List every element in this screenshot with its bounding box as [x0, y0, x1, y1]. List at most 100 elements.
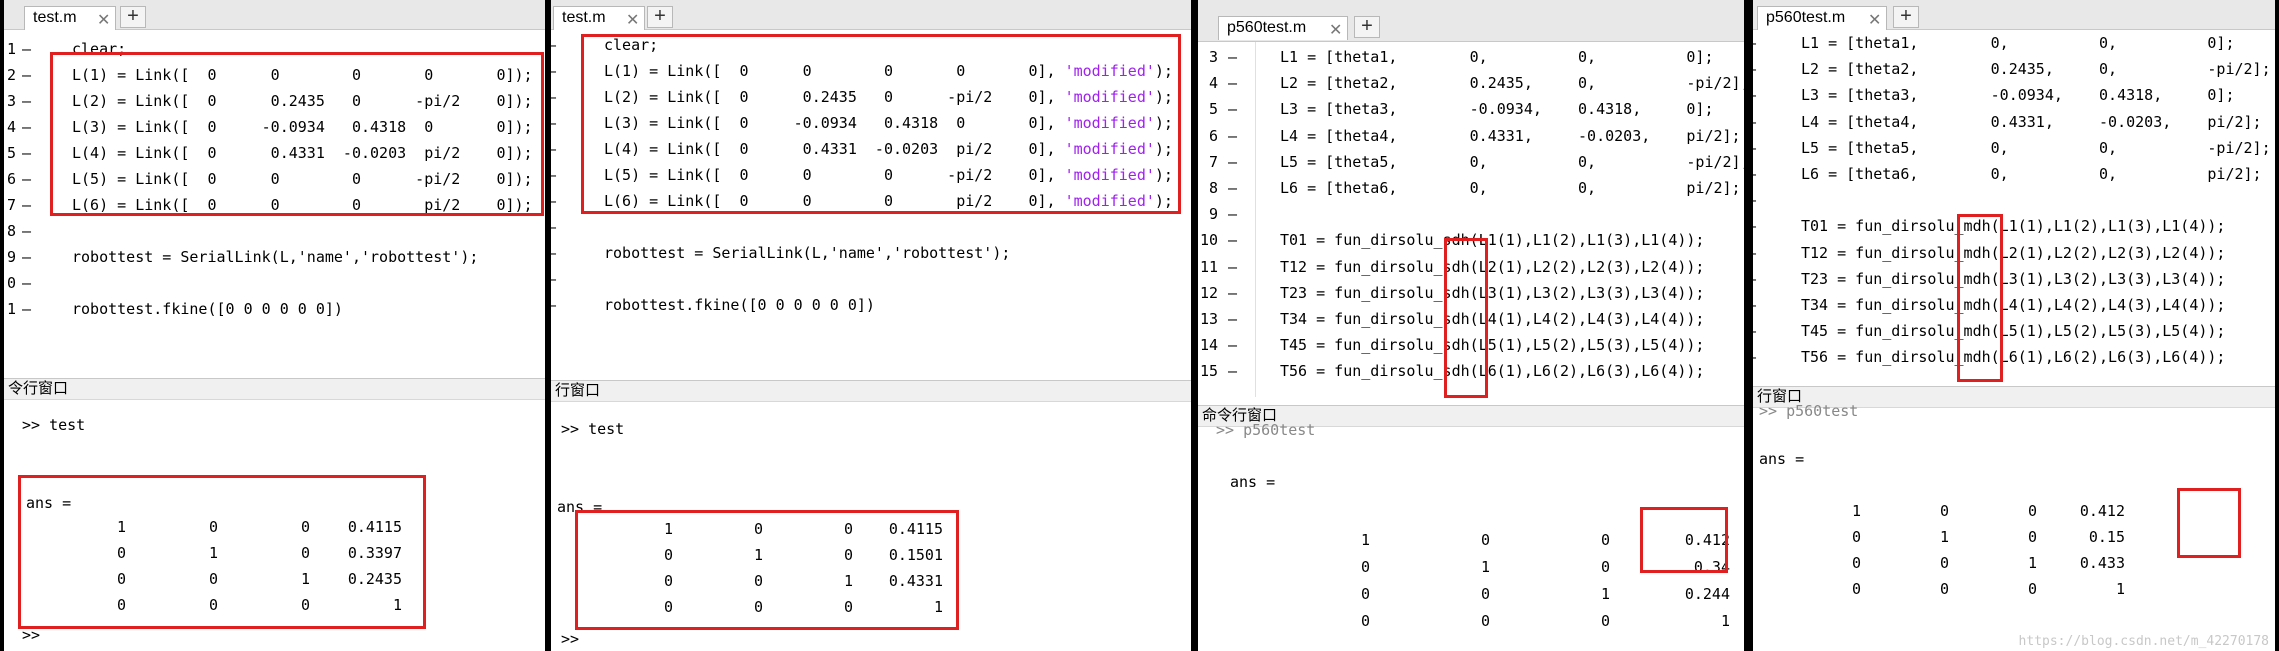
tab-p560test-m[interactable]: p560test.m ✕ [1218, 16, 1348, 40]
breakpoint-dash[interactable]: — [22, 166, 31, 192]
breakpoint-dash[interactable]: — [551, 292, 556, 318]
breakpoint-dash[interactable]: — [22, 218, 31, 244]
breakpoint-dash[interactable]: — [22, 296, 31, 322]
breakpoint-dash[interactable]: — [1753, 266, 1756, 292]
breakpoint-dash[interactable]: — [1753, 292, 1756, 318]
code-segment: robottest = SerialLink(L,'name','robotte… [604, 244, 1011, 262]
code-line: — robottest.fkine([0 0 0 0 0 0]) [551, 292, 1191, 318]
code-editor[interactable]: — L1 = [theta1, 0, 0, 0]; — L2 = [theta2, 0… [1753, 30, 2275, 385]
breakpoint-dash[interactable]: — [22, 88, 31, 114]
breakpoint-dash[interactable]: — [551, 240, 556, 266]
code-line: — T01 = fun_dirsolu_mdh(L1(1),L1(2),L1(3)… [1753, 213, 2275, 239]
breakpoint-dash[interactable]: — [1753, 213, 1756, 239]
breakpoint-dash[interactable]: — [1753, 240, 1756, 266]
code-segment: L1 = [theta1, 0, 0, 0]; [1280, 48, 1714, 66]
matrix-cell: 0 [1360, 612, 1370, 630]
line-number: 9 [6, 248, 16, 266]
breakpoint-dash[interactable]: — [1753, 82, 1756, 108]
breakpoint-dash[interactable]: — [22, 244, 31, 270]
breakpoint-dash[interactable]: — [1228, 44, 1237, 70]
breakpoint-dash[interactable]: — [1228, 96, 1237, 122]
breakpoint-dash[interactable]: — [1228, 332, 1237, 358]
matrix-cell: 1 [2027, 554, 2037, 572]
matrix-cell: 0 [1939, 502, 1949, 520]
breakpoint-dash[interactable]: — [22, 62, 31, 88]
add-tab-icon[interactable]: + [1893, 6, 1919, 28]
line-number: 10 [1199, 231, 1218, 250]
tab-label: p560test.m [1227, 19, 1307, 36]
breakpoint-dash[interactable]: — [22, 270, 31, 296]
breakpoint-dash[interactable]: — [22, 140, 31, 166]
breakpoint-dash[interactable]: — [551, 188, 556, 214]
breakpoint-dash[interactable]: — [1228, 149, 1237, 175]
breakpoint-dash[interactable]: — [551, 32, 556, 58]
breakpoint-dash[interactable]: — [1753, 344, 1756, 370]
code-segment: robottest.fkine([0 0 0 0 0 0]) [604, 296, 875, 314]
line-number: 8 [6, 222, 16, 240]
code-line: 4 — L2 = [theta2, 0.2435, 0, -pi/2]; [1198, 70, 1744, 96]
code-text: robottest = SerialLink(L,'name','robotte… [604, 240, 1010, 266]
breakpoint-dash[interactable]: — [551, 110, 556, 136]
breakpoint-dash[interactable]: — [551, 266, 556, 292]
code-segment: T45 = fun_dirsolu_mdh(L5(1),L5(2),L5(3),… [1801, 322, 2226, 341]
matrix-cell: 0 [2027, 580, 2037, 598]
breakpoint-dash[interactable]: — [1753, 30, 1756, 56]
tab-label: test.m [562, 9, 606, 26]
code-line: — L1 = [theta1, 0, 0, 0]; [1753, 30, 2275, 56]
code-text: T34 = fun_dirsolu_sdh(L4(1),L4(2),L4(3),… [1280, 306, 1704, 332]
console-prompt: >> test [561, 420, 625, 438]
highlight-box-ans [2177, 488, 2241, 558]
breakpoint-dash[interactable]: — [551, 58, 556, 84]
code-text: robottest = SerialLink(L,'name','robotte… [72, 244, 478, 270]
tab-test-m[interactable]: test.m ✕ [553, 6, 645, 30]
breakpoint-dash[interactable]: — [1753, 318, 1756, 344]
close-icon[interactable]: ✕ [1868, 10, 1881, 30]
code-line: 8 — L6 = [theta6, 0, 0, pi/2]; [1198, 175, 1744, 201]
breakpoint-dash[interactable]: — [551, 136, 556, 162]
breakpoint-dash[interactable]: — [22, 36, 31, 62]
tab-p560test-m[interactable]: p560test.m ✕ [1757, 6, 1887, 30]
close-icon[interactable]: ✕ [626, 10, 639, 30]
breakpoint-dash[interactable]: — [551, 162, 556, 188]
breakpoint-dash[interactable]: — [551, 214, 556, 240]
code-line: — T45 = fun_dirsolu_mdh(L5(1),L5(2),L5(3)… [1753, 318, 2275, 344]
breakpoint-dash[interactable]: — [551, 84, 556, 110]
code-segment: T23 = fun_dirsolu_mdh(L3(1),L3(2),L3(3),… [1801, 269, 2226, 288]
breakpoint-dash[interactable]: — [1228, 201, 1237, 227]
breakpoint-dash[interactable]: — [1228, 70, 1237, 96]
breakpoint-dash[interactable]: — [22, 114, 31, 140]
line-number: 15 [1199, 362, 1218, 381]
code-text: T45 = fun_dirsolu_mdh(L5(1),L5(2),L5(3),… [1801, 318, 2225, 344]
close-icon[interactable]: ✕ [97, 10, 110, 30]
breakpoint-dash[interactable]: — [22, 192, 31, 218]
code-text: L4 = [theta4, 0.4331, -0.0203, pi/2]; [1801, 109, 2262, 135]
breakpoint-dash[interactable]: — [1228, 254, 1237, 280]
add-tab-icon[interactable]: + [120, 6, 146, 28]
tab-test-m[interactable]: test.m ✕ [24, 6, 116, 30]
code-text: L1 = [theta1, 0, 0, 0]; [1801, 30, 2234, 56]
console-ans: ans = [1230, 473, 1276, 491]
code-line: 3 — L1 = [theta1, 0, 0, 0]; [1198, 44, 1744, 70]
add-tab-icon[interactable]: + [647, 6, 673, 28]
line-number: 1 [6, 300, 16, 318]
breakpoint-dash[interactable]: — [1753, 56, 1756, 82]
matrix-cell: 1 [1851, 502, 1861, 520]
breakpoint-dash[interactable]: — [1228, 306, 1237, 332]
code-text: T45 = fun_dirsolu_sdh(L5(1),L5(2),L5(3),… [1280, 332, 1704, 358]
add-tab-icon[interactable]: + [1354, 16, 1380, 38]
code-text: L6 = [theta6, 0, 0, pi/2]; [1801, 161, 2262, 187]
code-segment: robottest.fkine([0 0 0 0 0 0]) [72, 300, 343, 318]
breakpoint-dash[interactable]: — [1753, 187, 1756, 213]
breakpoint-dash[interactable]: — [1228, 227, 1237, 253]
code-line: 1 — robottest.fkine([0 0 0 0 0 0]) [4, 296, 545, 322]
breakpoint-dash[interactable]: — [1228, 123, 1237, 149]
breakpoint-dash[interactable]: — [1228, 175, 1237, 201]
breakpoint-dash[interactable]: — [1228, 280, 1237, 306]
matrix-cell: 0 [1600, 531, 1610, 549]
matrix-cell: 0.433 [2079, 554, 2125, 572]
close-icon[interactable]: ✕ [1329, 20, 1342, 40]
breakpoint-dash[interactable]: — [1228, 358, 1237, 384]
breakpoint-dash[interactable]: — [1753, 135, 1756, 161]
breakpoint-dash[interactable]: — [1753, 109, 1756, 135]
breakpoint-dash[interactable]: — [1753, 161, 1756, 187]
